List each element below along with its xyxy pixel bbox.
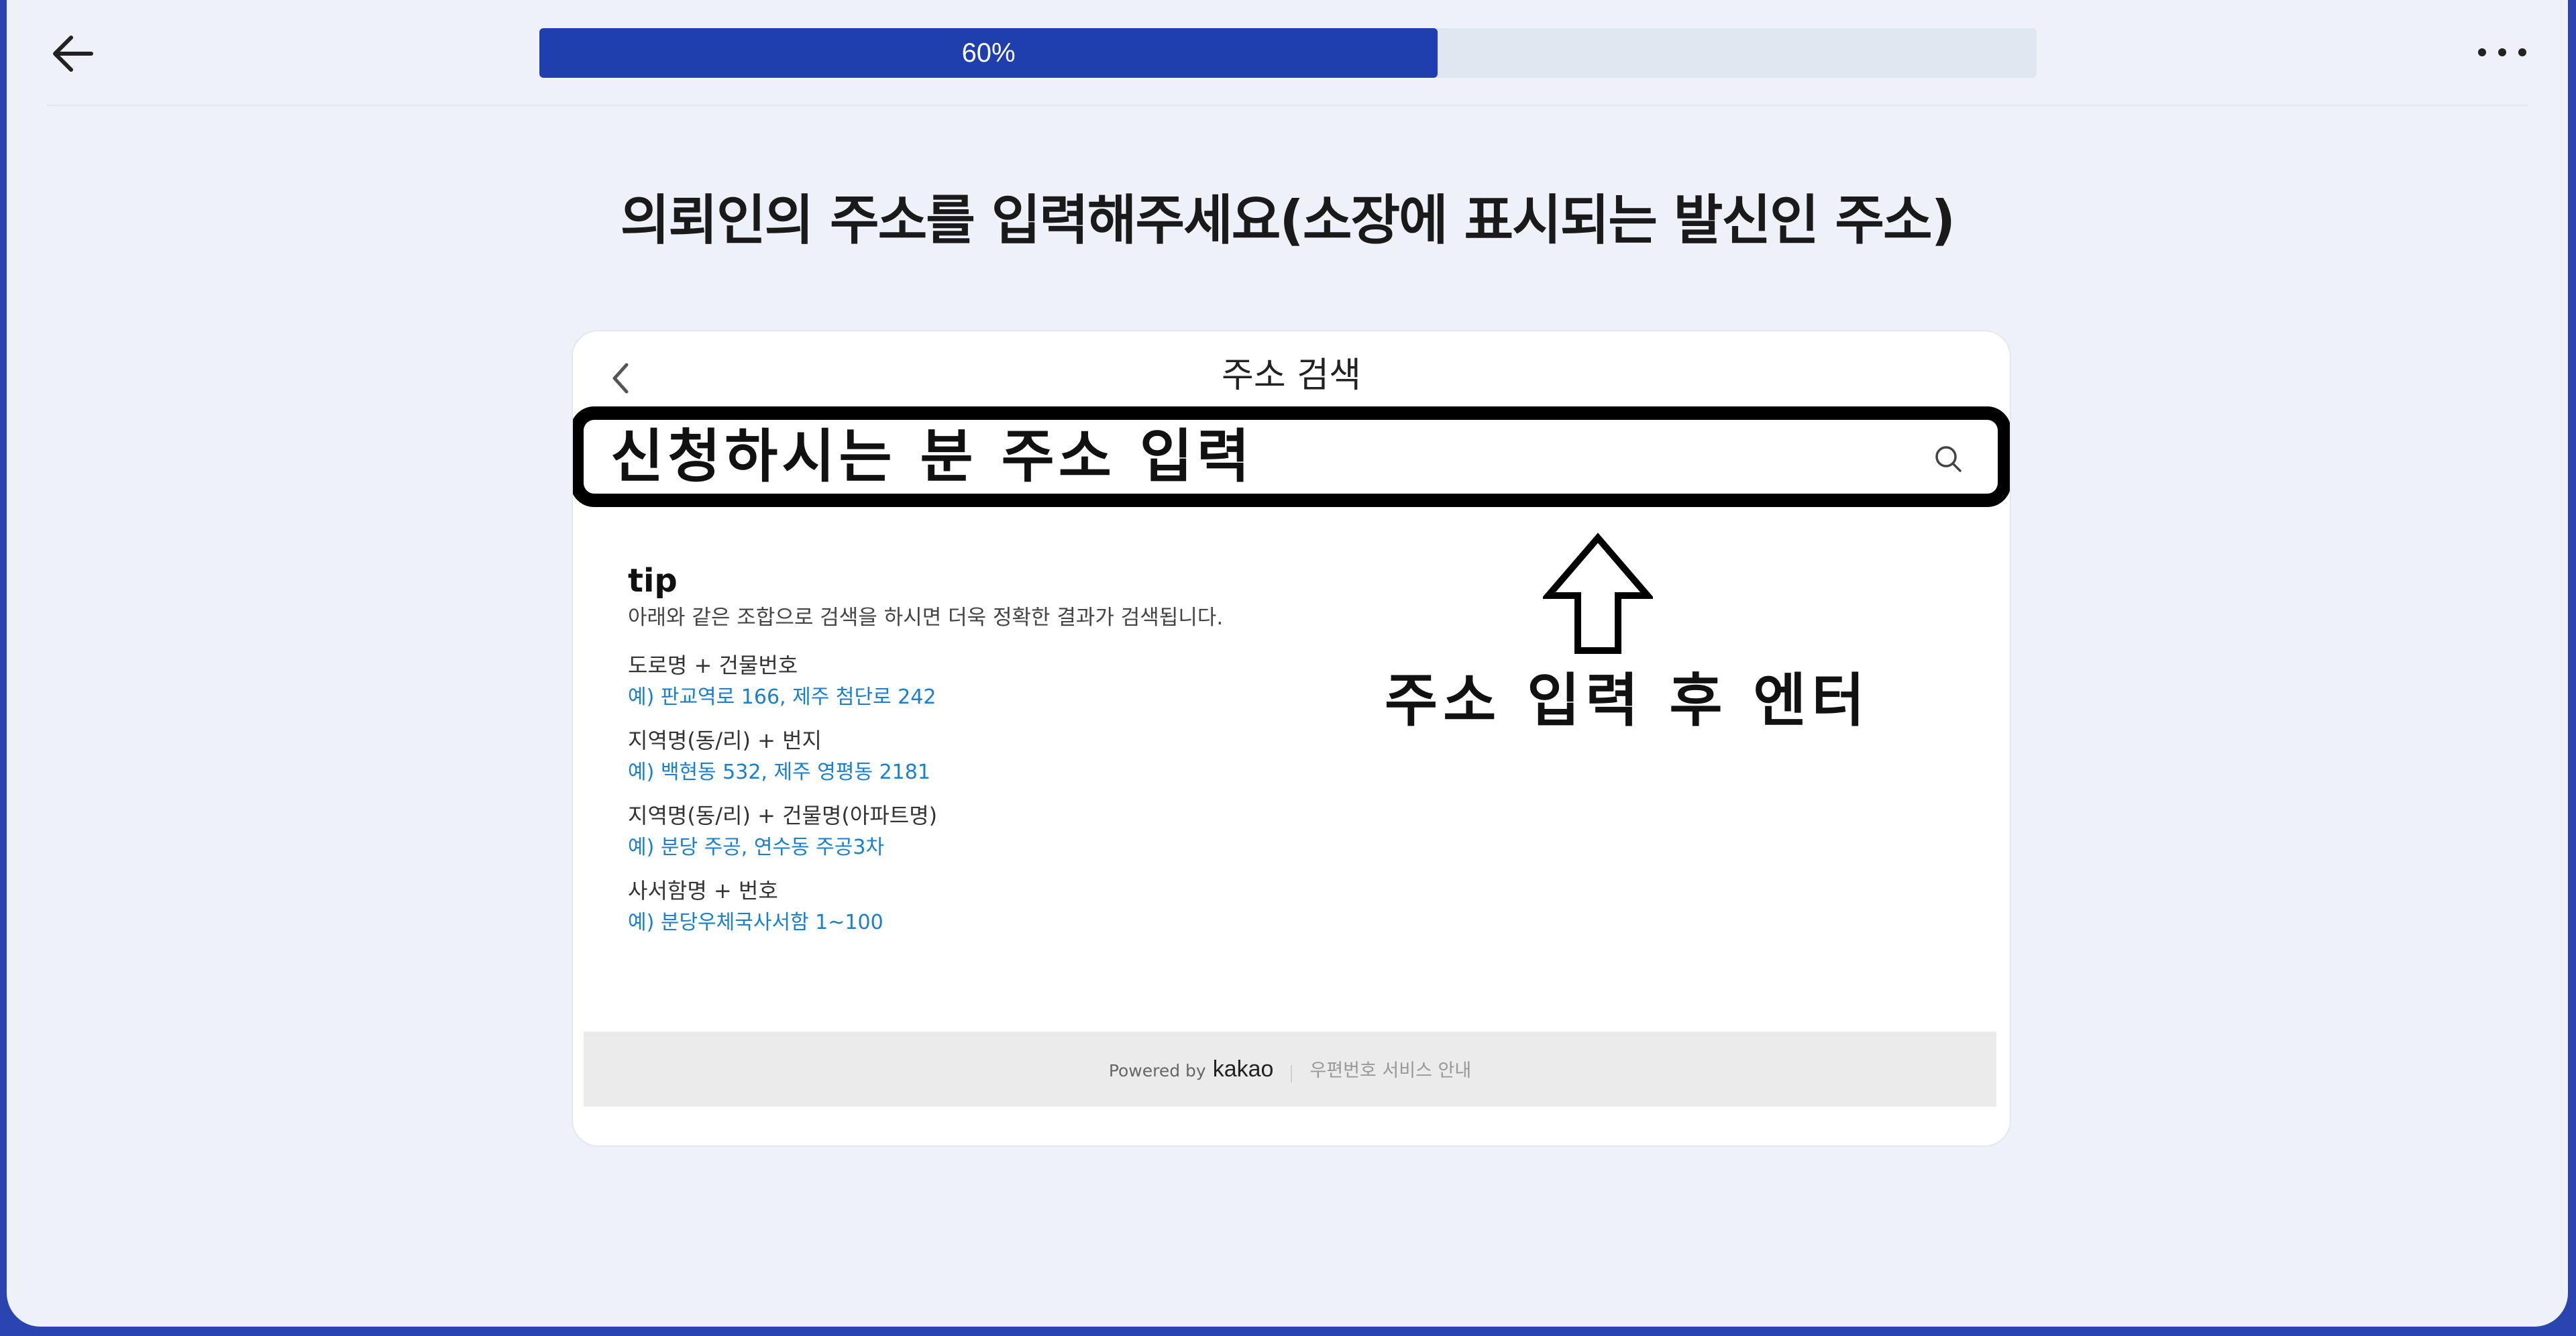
progress-bar: 60% [539,28,2037,78]
app-screen: 60% 의뢰인의 주소를 입력해주세요(소장에 표시되는 발신인 주소) 주소 … [7,0,2568,1327]
tip-item: 지역명(동/리) + 건물명(아파트명) 예) 분당 주공, 연수동 주공3차 [628,798,1433,862]
tip-example: 예) 분당우체국사서함 1~100 [628,911,883,934]
powered-by-text: Powered by [1108,1061,1206,1080]
tip-title: tip [628,562,678,600]
address-search-card: 주소 검색 신청하시는 분 주소 입력 tip 아래와 같은 조합으로 검색을 … [572,330,2011,1147]
tip-label: 사서함명 + 번호 [628,878,778,903]
tip-example: 예) 백현동 532, 제주 영평동 2181 [628,761,930,784]
postal-service-link[interactable]: 우편번호 서비스 안내 [1309,1060,1471,1081]
search-icon[interactable] [1932,443,1964,475]
address-search-title: 주소 검색 [1222,355,1361,396]
address-search-input[interactable]: 신청하시는 분 주소 입력 [573,406,2010,507]
tip-item: 사서함명 + 번호 예) 분당우체국사서함 1~100 [628,873,1433,938]
search-input-text: 신청하시는 분 주소 입력 [610,423,1254,490]
top-bar: 60% [7,0,2568,106]
arrow-left-icon[interactable] [47,27,101,80]
search-tips: tip 아래와 같은 조합으로 검색을 하시면 더욱 정확한 결과가 검색됩니다… [628,559,1433,948]
page-title: 의뢰인의 주소를 입력해주세요(소장에 표시되는 발신인 주소) [620,189,1955,252]
header-divider [47,105,2528,106]
footer-divider [1291,1064,1293,1082]
tip-example: 예) 판교역로 166, 제주 첨단로 242 [628,685,936,709]
tip-label: 지역명(동/리) + 건물명(아파트명) [628,803,938,828]
tip-example: 예) 분당 주공, 연수동 주공3차 [628,836,885,859]
tip-label: 도로명 + 건물번호 [628,653,798,678]
more-horizontal-icon[interactable] [2475,40,2529,64]
arrow-up-outline-icon [1543,533,1653,654]
tip-description: 아래와 같은 조합으로 검색을 하시면 더욱 정확한 결과가 검색됩니다. [628,606,1224,630]
annotation-text: 주소 입력 후 엔터 [1385,667,1870,734]
tip-item: 지역명(동/리) + 번지 예) 백현동 532, 제주 영평동 2181 [628,723,1433,787]
progress-percent-label: 60% [961,38,1016,68]
tip-item: 도로명 + 건물번호 예) 판교역로 166, 제주 첨단로 242 [628,648,1433,712]
kakao-logo: kakao [1212,1056,1274,1082]
tip-label: 지역명(동/리) + 번지 [628,728,822,753]
search-footer: Powered by kakao 우편번호 서비스 안내 [584,1032,1996,1107]
